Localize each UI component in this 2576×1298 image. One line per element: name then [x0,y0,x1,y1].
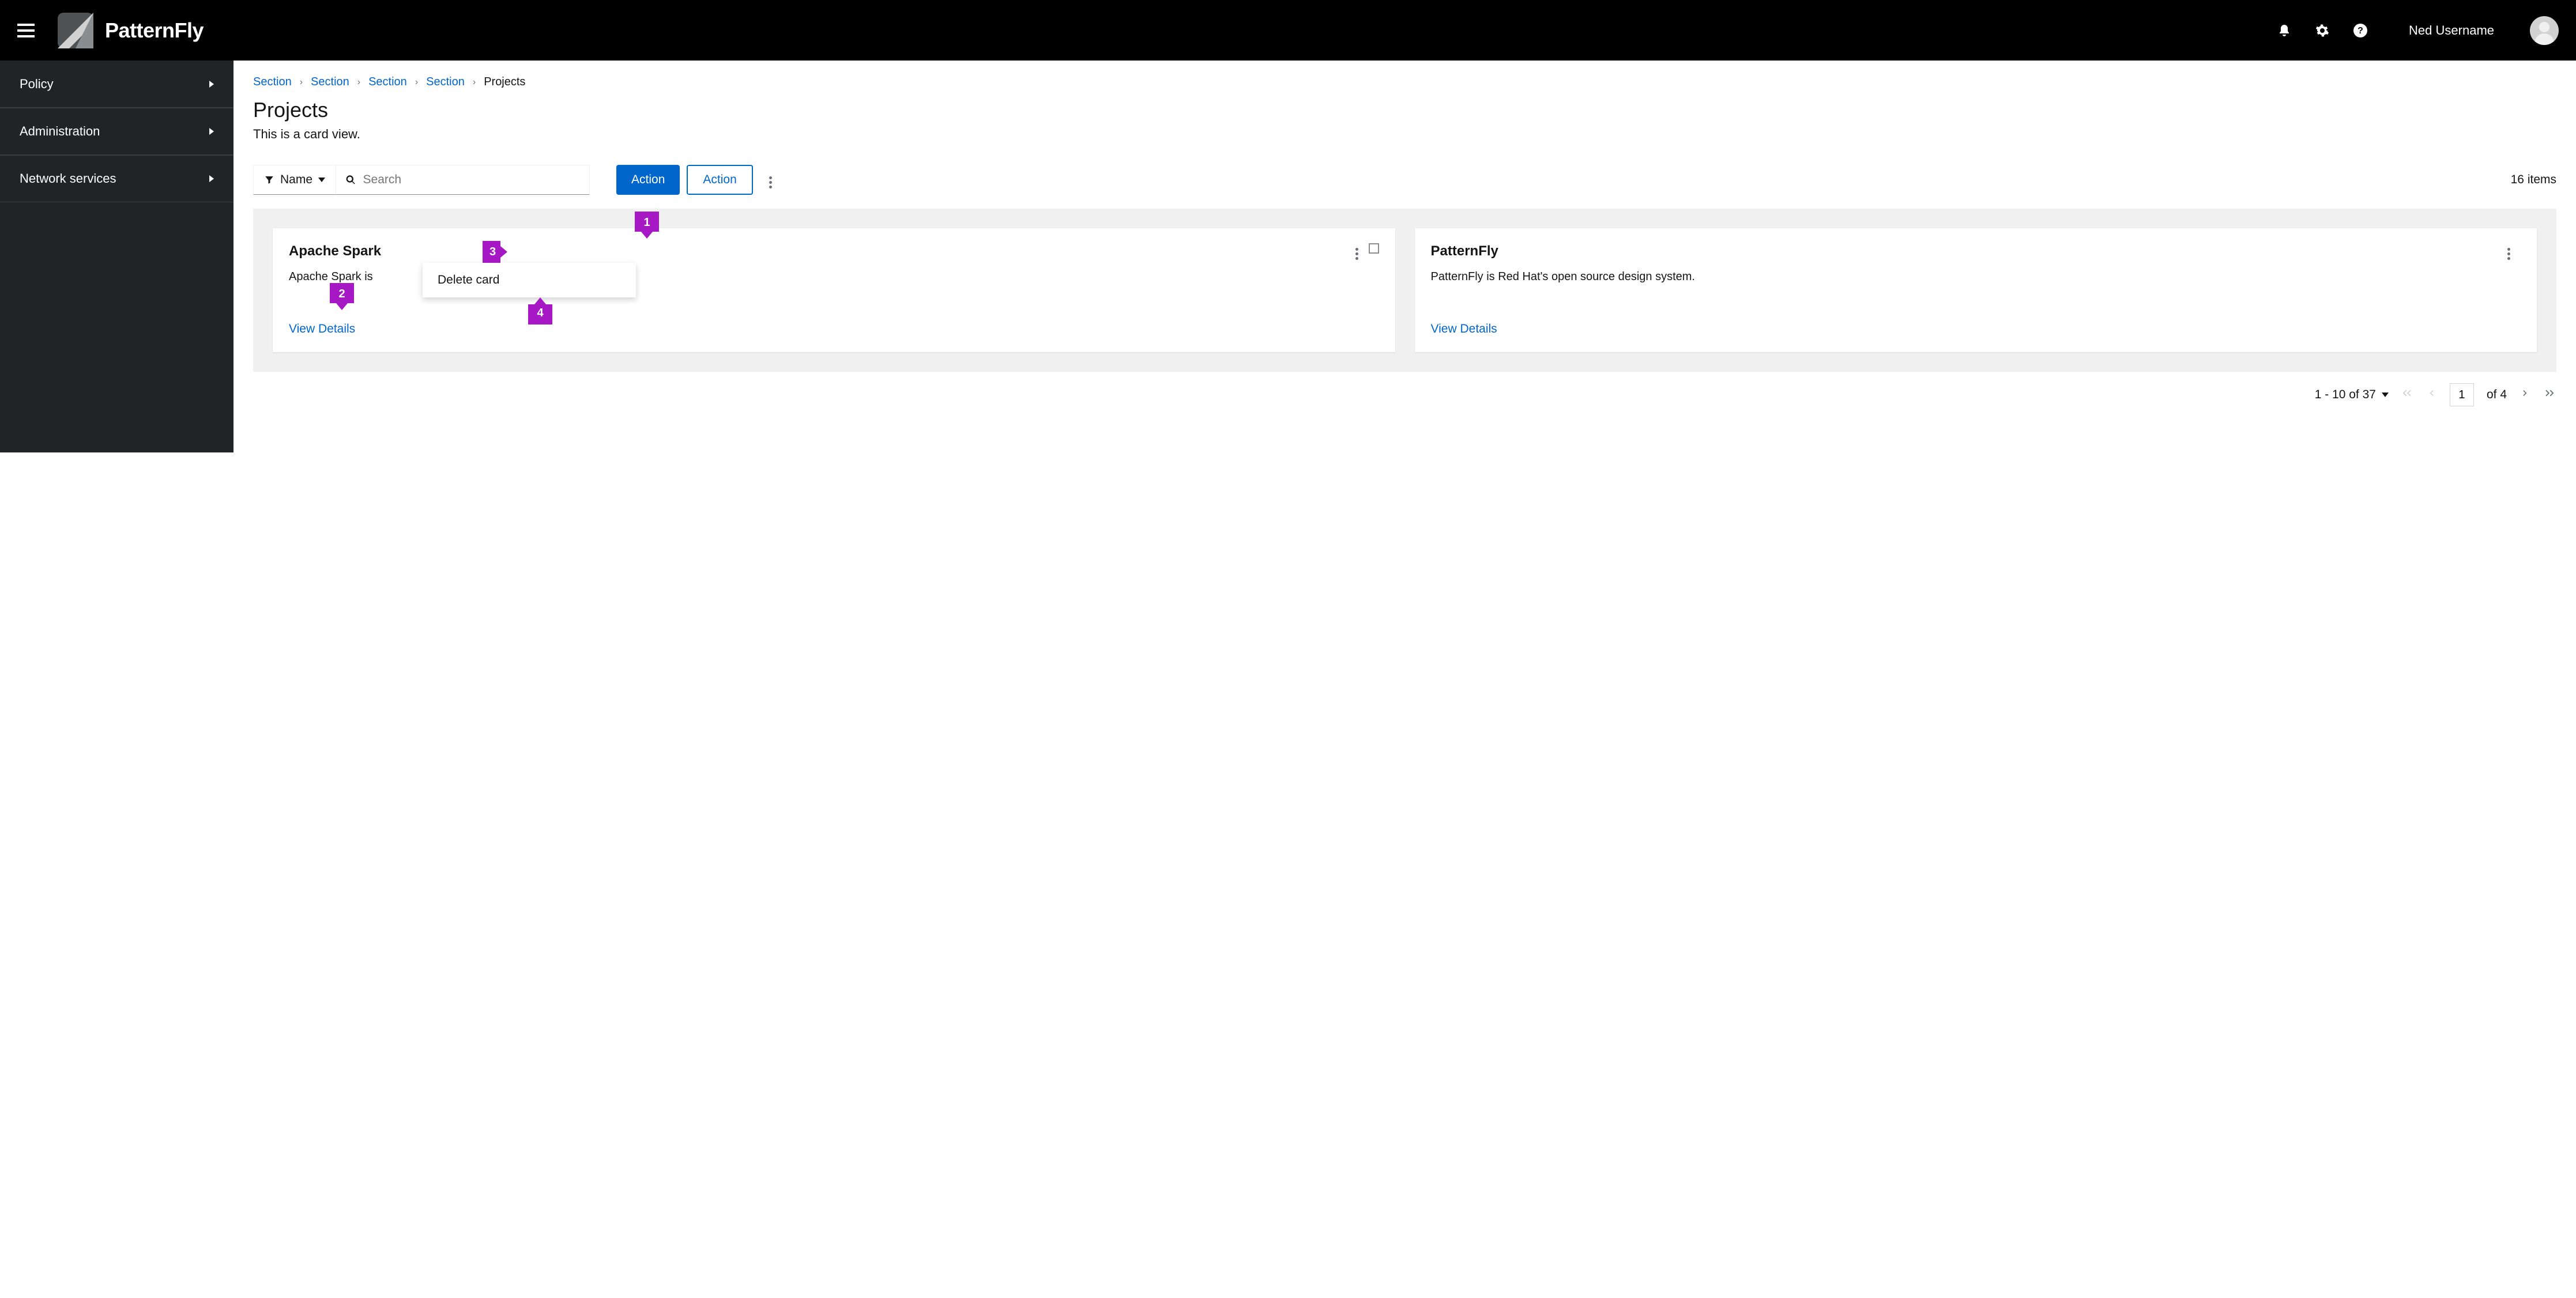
card-kebab[interactable] [1355,243,1358,260]
card-header: PatternFly [1431,243,2521,260]
chevron-right-icon: › [357,77,360,88]
chevron-right-icon [209,128,214,135]
search-icon [345,174,356,186]
breadcrumb-link[interactable]: Section [253,76,292,89]
masthead: PatternFly ? Ned Username [0,0,2576,61]
sidebar: Policy Administration Network services [0,61,234,452]
menu-toggle[interactable] [17,24,35,37]
sidebar-item-policy[interactable]: Policy [0,61,234,108]
pagination: 1 - 10 of 37 of 4 [253,383,2556,406]
card-title: Apache Spark [289,243,1355,259]
card: PatternFly PatternFly is Red Hat's open … [1415,228,2537,352]
last-page-button[interactable] [2544,387,2556,403]
annotation-marker-2: 2 [330,283,354,303]
gear-icon[interactable] [2315,24,2329,37]
breadcrumb: Section › Section › Section › Section › … [253,76,2556,89]
page-input[interactable] [2450,383,2474,406]
caret-down-icon [318,178,325,182]
card-action-delete[interactable]: Delete card [438,273,621,287]
card-view-details-link[interactable]: View Details [1431,322,1497,336]
caret-down-icon [2382,393,2389,397]
sidebar-item-label: Administration [20,124,100,139]
chevron-right-icon: › [415,77,418,88]
sidebar-item-label: Policy [20,77,54,92]
double-chevron-right-icon [2544,387,2556,399]
toolbar: Name Action Action 16 items [253,165,2556,195]
brand-logo-icon [58,13,93,48]
search-box[interactable] [336,165,590,195]
chevron-right-icon [209,81,214,88]
page-description: This is a card view. [253,127,2556,142]
card: Apache Spark Apache Spark is View Detail… [273,228,1395,352]
card-kebab[interactable] [2507,243,2510,260]
chevron-right-icon [2519,387,2531,399]
chevron-right-icon [209,175,214,182]
svg-text:?: ? [2357,26,2363,36]
page-title: Projects [253,98,2556,122]
prev-page-button[interactable] [2426,387,2437,402]
chevron-right-icon: › [300,77,303,88]
filter-icon [264,175,274,185]
annotation-marker-3: 3 [483,241,500,263]
page-total: of 4 [2487,388,2507,402]
card-action-menu: Delete card [423,263,636,297]
bell-icon[interactable] [2277,24,2291,37]
breadcrumb-link[interactable]: Section [368,76,407,89]
search-input[interactable] [363,173,581,187]
annotation-marker-1: 1 [635,212,659,232]
items-per-page-dropdown[interactable]: 1 - 10 of 37 [2315,388,2389,402]
brand-text: PatternFly [105,18,204,43]
kebab-icon [1355,248,1358,260]
filter-label: Name [280,173,312,187]
breadcrumb-link[interactable]: Section [311,76,349,89]
card-header: Apache Spark [289,243,1379,260]
next-page-button[interactable] [2519,387,2531,402]
action-primary-button[interactable]: Action [616,165,680,195]
card-title: PatternFly [1431,243,2508,259]
double-chevron-left-icon [2400,387,2413,399]
avatar[interactable] [2530,16,2559,45]
sidebar-item-label: Network services [20,171,116,186]
chevron-left-icon [2426,387,2437,399]
username[interactable]: Ned Username [2409,23,2494,38]
kebab-icon [769,176,772,188]
pagination-nav: of 4 [2400,383,2556,406]
card-checkbox[interactable] [1369,243,1379,254]
chevron-right-icon: › [473,77,476,88]
brand[interactable]: PatternFly [58,13,204,48]
action-secondary-button[interactable]: Action [687,165,752,195]
first-page-button[interactable] [2400,387,2413,403]
card-view-details-link[interactable]: View Details [289,322,355,336]
kebab-icon [2507,248,2510,260]
main-content: Section › Section › Section › Section › … [234,61,2576,452]
annotation-marker-4: 4 [528,304,552,324]
card-body: PatternFly is Red Hat's open source desi… [1431,270,2521,307]
filter-dropdown[interactable]: Name [253,165,336,195]
item-count: 16 items [2511,173,2556,187]
card-grid: Apache Spark Apache Spark is View Detail… [253,209,2556,372]
breadcrumb-link[interactable]: Section [426,76,465,89]
toolbar-kebab[interactable] [769,172,772,188]
sidebar-item-administration[interactable]: Administration [0,108,234,155]
masthead-tools: ? Ned Username [2277,16,2559,45]
breadcrumb-current: Projects [484,76,525,89]
sidebar-item-network-services[interactable]: Network services [0,155,234,202]
pagination-range: 1 - 10 of 37 [2315,388,2376,402]
help-icon[interactable]: ? [2353,24,2367,37]
